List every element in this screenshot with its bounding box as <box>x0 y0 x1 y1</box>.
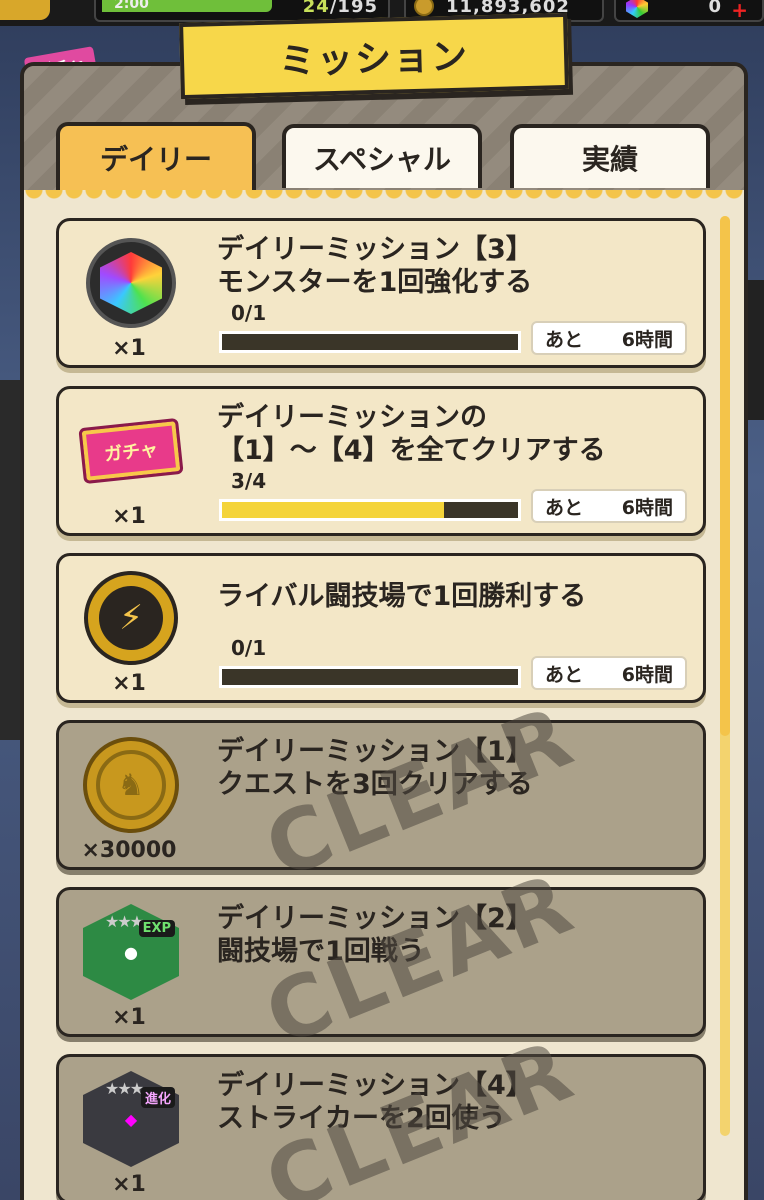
tab-special[interactable]: スペシャル <box>282 124 482 188</box>
mission-title: ライバル闘技場で1回勝利する <box>217 580 687 613</box>
mission-card-cleared[interactable]: ◆ ★★★ 進化 ×1 デイリーミッション【4】 ストライカーを2回使う CLE… <box>56 1020 706 1200</box>
reward-icon: ● ★★★ EXP <box>79 904 183 1000</box>
mission-card-cleared[interactable]: ● ★★★ EXP ×1 デイリーミッション【2】 闘技場で1回戦う CLEAR <box>56 853 706 1065</box>
tab-achievements[interactable]: 実績 <box>510 124 710 188</box>
mission-title: デイリーミッション【3】 モンスターを1回強化する <box>217 233 687 299</box>
rarity-stars-icon: ★★★ <box>105 912 144 931</box>
reward-quantity: ×1 <box>112 336 146 361</box>
mission-card[interactable]: ガチャ ×1 デイリーミッションの 【1】～【4】を全てクリアする 3/4 あと… <box>56 386 706 536</box>
rainbow-gem-icon <box>86 238 176 328</box>
scrollbar[interactable] <box>720 216 730 1136</box>
progress-bar <box>219 331 521 353</box>
reward-quantity: ×1 <box>112 671 146 696</box>
progress-text: 0/1 <box>231 636 267 660</box>
time-value: 6時間 <box>621 663 673 686</box>
coin-icon <box>414 0 434 16</box>
progress-bar-fill <box>222 502 444 518</box>
stamina-count: 24/195 <box>303 0 378 17</box>
reward-quantity: ×30000 <box>81 838 177 863</box>
reward-icon: ◆ ★★★ 進化 <box>79 1071 183 1167</box>
scrollbar-thumb[interactable] <box>720 216 730 736</box>
progress-text: 0/1 <box>231 301 267 325</box>
time-remaining: あと 6時間 <box>531 321 687 355</box>
add-gems-button[interactable]: + <box>731 0 748 22</box>
reward-quantity: ×1 <box>112 504 146 529</box>
tab-daily[interactable]: デイリー <box>56 122 256 190</box>
stamina-timer: 2:00 <box>114 0 149 12</box>
player-rank-badge[interactable] <box>0 0 50 20</box>
progress-text: 3/4 <box>231 469 267 493</box>
title-banner: ミッション <box>179 12 569 100</box>
exp-badge: EXP <box>138 920 175 937</box>
evolution-badge: 進化 <box>140 1087 175 1108</box>
reward-icon: ⚡ <box>79 570 183 666</box>
gem-counter[interactable]: 0 + <box>614 0 764 22</box>
reward-quantity: ×1 <box>112 1172 146 1197</box>
mission-title-line2: モンスターを1回強化する <box>217 267 533 298</box>
time-label: あと <box>545 328 584 351</box>
gacha-ticket-icon: ガチャ <box>78 417 184 485</box>
time-remaining: あと 6時間 <box>531 489 687 523</box>
time-value: 6時間 <box>621 328 673 351</box>
reward-quantity: ×1 <box>112 1005 146 1030</box>
time-label: あと <box>545 496 584 519</box>
time-remaining: あと 6時間 <box>531 656 687 690</box>
mission-title-line2: 【1】～【4】を全てクリアする <box>217 435 606 466</box>
mission-title: デイリーミッションの 【1】～【4】を全てクリアする <box>217 401 687 467</box>
mission-card-cleared[interactable]: ♞ ×30000 デイリーミッション【1】 クエストを3回クリアする CLEAR <box>56 686 706 898</box>
reward-icon: ガチャ <box>78 403 184 499</box>
progress-bar <box>219 499 521 521</box>
mission-title-line1: デイリーミッションの <box>217 402 487 433</box>
mission-card[interactable]: ×1 デイリーミッション【3】 モンスターを1回強化する 0/1 あと 6時間 <box>56 218 706 368</box>
gem-icon <box>626 0 648 18</box>
stamina-current: 24 <box>302 0 330 17</box>
reward-icon: ♞ <box>79 737 183 833</box>
time-value: 6時間 <box>621 496 673 519</box>
reward-icon <box>79 235 183 331</box>
rarity-stars-icon: ★★★ <box>105 1079 144 1098</box>
page-title: ミッション <box>278 36 470 83</box>
rival-medal-icon: ⚡ <box>84 571 178 665</box>
mission-title-line1: ライバル闘技場で1回勝利する <box>217 581 587 612</box>
mission-title-line1: デイリーミッション【3】 <box>217 234 533 265</box>
mission-card[interactable]: ⚡ ×1 ライバル闘技場で1回勝利する 0/1 あと 6時間 <box>56 553 706 703</box>
progress-bar <box>219 666 521 688</box>
gold-coin-icon: ♞ <box>83 737 179 833</box>
time-label: あと <box>545 663 584 686</box>
gem-value: 0 <box>708 0 722 17</box>
stamina-max: /195 <box>329 0 378 17</box>
